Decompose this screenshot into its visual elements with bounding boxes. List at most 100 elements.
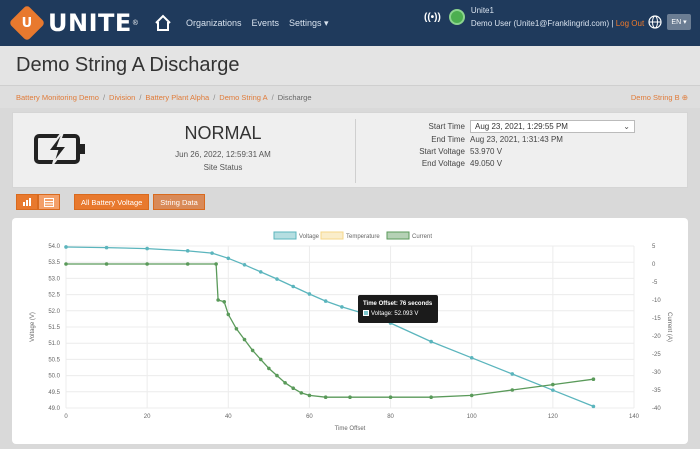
y-tick-label: 50.0 [48, 374, 60, 380]
x-tick-label: 20 [144, 414, 151, 420]
legend-swatch [320, 231, 344, 240]
nav-organizations[interactable]: Organizations [186, 18, 242, 29]
y-tick-label: 53.0 [48, 276, 60, 282]
y-tick-label: 53.5 [48, 260, 60, 266]
voltage-point [591, 404, 596, 409]
home-icon[interactable] [154, 14, 172, 32]
y2-tick-label: -35 [652, 388, 661, 394]
table-icon [44, 197, 54, 207]
user-area: ((•)) Unite1 Demo User (Unite1@Frankling… [424, 4, 644, 30]
nav-links: Organizations Events Settings ▾ [186, 18, 329, 29]
voltage-point [210, 251, 214, 255]
x-tick-label: 40 [225, 414, 232, 420]
current-point [226, 312, 231, 317]
x-axis-title: Time Offset [335, 426, 366, 432]
y2-tick-label: -15 [652, 316, 661, 322]
y2-tick-label: 0 [652, 262, 656, 268]
voltage-point [510, 372, 515, 376]
breadcrumb-item[interactable]: Demo String A [219, 93, 267, 102]
current-point [323, 395, 328, 399]
status-date: Jun 26, 2022, 12:59:31 AM [175, 150, 271, 159]
voltage-point [64, 245, 68, 249]
x-tick-label: 100 [467, 414, 478, 420]
x-tick-label: 80 [387, 414, 394, 420]
all-battery-voltage-button[interactable]: All Battery Voltage [74, 194, 150, 210]
y2-tick-label: -30 [652, 370, 661, 376]
discharge-chart: 49.0 49.5 50.0 50.5 51.0 51.5 52.0 52.5 53.0 53.5… [12, 218, 688, 444]
logo-trademark: ® [132, 19, 138, 27]
y2-tick-label: -5 [652, 280, 658, 286]
current-line [66, 263, 594, 398]
current-point [429, 395, 433, 399]
unite-logo[interactable]: U UNITE ® [8, 4, 138, 42]
nav-events[interactable]: Events [251, 18, 279, 29]
current-point [104, 262, 109, 266]
y-tick-label: 52.0 [48, 309, 60, 315]
user-name: Unite1 [470, 6, 494, 15]
y-tick-label: 52.5 [48, 293, 60, 299]
voltage-point [429, 339, 433, 344]
start-time-label: Start Time [428, 121, 465, 131]
voltage-point [291, 284, 296, 289]
voltage-point [104, 245, 109, 250]
current-point [250, 348, 255, 353]
status-subtitle: Site Status [203, 163, 243, 172]
status-panel: NORMAL Jun 26, 2022, 12:59:31 AM Site St… [12, 112, 688, 188]
current-point [510, 388, 515, 392]
divider [355, 119, 356, 183]
current-point [291, 386, 296, 390]
current-point [591, 377, 596, 381]
voltage-swatch-icon [363, 310, 369, 317]
y2-tick-label: 5 [652, 244, 656, 250]
voltage-point [185, 249, 190, 253]
breadcrumb: Battery Monitoring Demo / Division / Bat… [16, 93, 312, 102]
voltage-point [145, 246, 149, 251]
breadcrumb-separator: / [213, 93, 216, 102]
voltage-point [551, 388, 555, 392]
breadcrumb-item[interactable]: Division [109, 93, 135, 102]
current-point [307, 393, 312, 398]
current-point [214, 262, 218, 266]
logo-badge-icon: U [8, 4, 46, 42]
current-point [242, 337, 247, 342]
y-tick-label: 50.5 [48, 357, 60, 363]
start-time-value: Aug 23, 2021, 1:29:55 PM [475, 121, 568, 131]
voltage-point [469, 355, 474, 360]
chart-tooltip: Time Offset: 76 seconds Voltage: 52.093 … [358, 295, 438, 323]
start-time-select[interactable]: Aug 23, 2021, 1:29:55 PM ⌄ [470, 119, 635, 133]
tooltip-title: Time Offset: 76 seconds [363, 301, 433, 307]
y-tick-label: 51.0 [48, 341, 60, 347]
table-view-button[interactable] [38, 194, 60, 210]
x-tick-label: 120 [548, 414, 559, 420]
language-dropdown[interactable]: EN ▾ [667, 14, 691, 30]
next-string-link[interactable]: Demo String B ⊕ [631, 93, 688, 102]
logout-link[interactable]: Log Out [616, 19, 644, 28]
chart-view-button[interactable] [16, 194, 38, 210]
logo-text: UNITE [48, 9, 132, 37]
voltage-point [242, 262, 247, 267]
current-point [267, 366, 271, 371]
y-tick-label: 49.0 [48, 406, 60, 412]
start-voltage-value: 53.970 V [470, 146, 503, 156]
page-title-bar: Demo String A Discharge [0, 46, 700, 86]
legend-swatch [386, 231, 410, 240]
chart-toolbar: All Battery Voltage String Data [16, 194, 205, 210]
current-point [283, 381, 287, 385]
chevron-down-icon: ⌄ [623, 121, 630, 131]
breadcrumb-item[interactable]: Battery Monitoring Demo [16, 93, 99, 102]
breadcrumb-bar: Battery Monitoring Demo / Division / Bat… [0, 86, 700, 108]
breadcrumb-current: Discharge [277, 93, 312, 102]
y2-tick-label: -40 [652, 406, 661, 412]
radio-signal-icon[interactable]: ((•)) [424, 12, 441, 23]
site-status: NORMAL Jun 26, 2022, 12:59:31 AM Site St… [123, 123, 323, 172]
end-voltage-label: End Voltage [421, 158, 465, 168]
nav-settings[interactable]: Settings ▾ [289, 18, 329, 29]
breadcrumb-item[interactable]: Battery Plant Alpha [145, 93, 209, 102]
globe-icon[interactable] [648, 15, 662, 29]
current-point [348, 395, 352, 399]
current-point [299, 391, 304, 395]
battery-charging-icon [34, 134, 85, 165]
current-point [469, 393, 474, 398]
string-data-button[interactable]: String Data [153, 194, 205, 210]
x-tick-label: 60 [306, 414, 313, 420]
